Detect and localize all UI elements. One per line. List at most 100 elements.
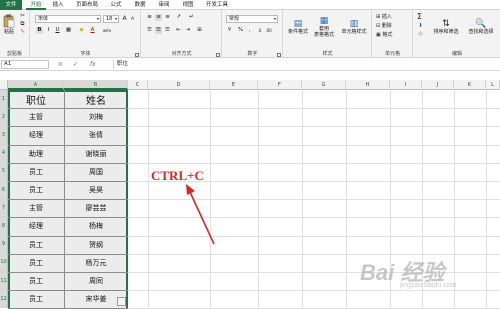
autosum-button[interactable]: Σ	[417, 12, 422, 21]
accounting-format-icon[interactable]: ¥	[226, 27, 233, 34]
row-header-9[interactable]: 9	[0, 235, 8, 254]
enter-icon[interactable]: ✓	[73, 60, 78, 69]
tab-insert[interactable]: 插入	[48, 0, 68, 10]
tab-view[interactable]: 视图	[178, 0, 198, 10]
tab-developer[interactable]: 开发工具	[202, 0, 232, 10]
insert-function-icon[interactable]: fx	[90, 60, 96, 69]
align-top-icon[interactable]: ≡	[146, 14, 153, 21]
cut-icon[interactable]: ✂	[19, 13, 26, 20]
table-cell-name[interactable]: 贺纲	[64, 236, 128, 254]
column-header-c[interactable]: C	[128, 80, 148, 90]
copy-icon[interactable]: ⧉	[19, 21, 26, 28]
number-launcher-icon[interactable]	[277, 53, 281, 57]
table-cell-name[interactable]: 周同	[64, 272, 128, 290]
row-header-7[interactable]: 7	[0, 199, 8, 218]
comma-button[interactable]: ,	[246, 27, 253, 34]
formula-input[interactable]: 职位	[113, 60, 498, 69]
tab-file[interactable]: 文件	[0, 0, 22, 10]
select-all-corner[interactable]	[0, 80, 8, 90]
underline-button[interactable]: U	[54, 27, 61, 34]
decrease-decimal-icon[interactable]: .00	[265, 27, 272, 34]
number-format-select[interactable]: 常规 ▾	[226, 15, 278, 23]
row-header-4[interactable]: 4	[0, 144, 8, 163]
table-cell-name[interactable]: 张倩	[64, 126, 128, 144]
table-cell-position[interactable]: 员工	[8, 163, 64, 181]
table-cell-name[interactable]: 谢晓丽	[64, 145, 128, 163]
table-cell-position[interactable]: 主管	[8, 108, 64, 126]
align-center-icon[interactable]: ☰	[155, 27, 162, 34]
shrink-font-button[interactable]: A	[129, 16, 136, 23]
increase-indent-icon[interactable]: ⇥	[184, 27, 191, 34]
table-cell-position[interactable]: 员工	[8, 236, 64, 254]
column-header-l[interactable]: L	[486, 80, 500, 90]
table-cell-name[interactable]: 刘梅	[64, 108, 128, 126]
sort-filter-button[interactable]: ⇅ 排序和筛选	[430, 12, 462, 42]
find-select-button[interactable]: 🔍 查找和选择	[464, 12, 498, 42]
italic-button[interactable]: I	[45, 27, 52, 34]
table-cell-name[interactable]: 吴昊	[64, 181, 128, 199]
tab-review[interactable]: 审阅	[154, 0, 174, 10]
row-header-12[interactable]: 12	[0, 290, 8, 309]
phonetic-button[interactable]: wén	[101, 27, 113, 34]
column-header-b[interactable]: B	[64, 80, 128, 90]
align-right-icon[interactable]: ☰	[164, 27, 171, 34]
font-size-select[interactable]: 18 ▾	[103, 15, 119, 23]
format-painter-icon[interactable]: ✎	[19, 29, 26, 36]
increase-decimal-icon[interactable]: .0	[256, 27, 263, 34]
font-family-select[interactable]: 宋体 ▾	[35, 15, 101, 23]
row-header-2[interactable]: 2	[0, 108, 8, 127]
column-header-e[interactable]: E	[210, 80, 258, 90]
align-bottom-icon[interactable]: ≡	[164, 14, 171, 21]
tab-page-layout[interactable]: 页面布局	[72, 0, 102, 10]
table-cell-name[interactable]: 廖芸芸	[64, 199, 128, 217]
row-header-6[interactable]: 6	[0, 181, 8, 200]
font-color-button[interactable]: A	[89, 27, 96, 34]
column-header-a[interactable]: A	[8, 80, 64, 90]
grow-font-button[interactable]: A	[121, 15, 128, 22]
clear-icon[interactable]: ◇	[417, 31, 424, 38]
paste-options-icon[interactable]	[117, 297, 126, 306]
bold-button[interactable]: B	[36, 27, 43, 34]
table-cell-position[interactable]: 员工	[8, 290, 64, 308]
insert-cells-button[interactable]: ⊞ 插入	[376, 13, 392, 20]
conditional-format-button[interactable]: ▤ 条件格式	[286, 12, 310, 42]
column-header-d[interactable]: D	[148, 80, 210, 90]
column-header-h[interactable]: H	[346, 80, 390, 90]
table-cell-position[interactable]: 经理	[8, 126, 64, 144]
align-middle-icon[interactable]: ≡	[155, 14, 162, 21]
column-header-g[interactable]: G	[302, 80, 346, 90]
delete-cells-button[interactable]: ⊟ 删除	[376, 22, 392, 29]
header-cell-name[interactable]: 姓名	[64, 90, 128, 108]
wrap-text-icon[interactable]: ↵	[188, 14, 195, 21]
table-cell-name[interactable]: 杨梅	[64, 217, 128, 235]
align-left-icon[interactable]: ☰	[146, 27, 153, 34]
row-header-1[interactable]: 1	[0, 90, 8, 109]
alignment-launcher-icon[interactable]	[216, 53, 220, 57]
cell-styles-button[interactable]: ▥ 单元格样式	[338, 12, 370, 42]
format-cells-button[interactable]: ▣ 格式	[376, 31, 392, 38]
tab-data[interactable]: 数据	[130, 0, 150, 10]
merge-center-icon[interactable]: ⊞	[196, 27, 203, 34]
name-box[interactable]: A1	[1, 60, 49, 69]
table-cell-name[interactable]: 杨万元	[64, 254, 128, 272]
fill-icon[interactable]: ⬇	[417, 23, 424, 30]
table-cell-position[interactable]: 员工	[8, 272, 64, 290]
border-icon[interactable]: ▦	[65, 27, 72, 34]
row-header-10[interactable]: 10	[0, 253, 8, 272]
column-header-k[interactable]: K	[454, 80, 486, 90]
header-cell-position[interactable]: 职位	[8, 90, 64, 108]
paste-button[interactable]: 粘贴	[2, 12, 16, 36]
row-header-8[interactable]: 8	[0, 217, 8, 236]
percent-button[interactable]: %	[237, 27, 244, 34]
column-header-i[interactable]: I	[390, 80, 422, 90]
row-header-3[interactable]: 3	[0, 126, 8, 145]
table-cell-position[interactable]: 助理	[8, 145, 64, 163]
cancel-icon[interactable]: ×	[58, 60, 63, 69]
font-launcher-icon[interactable]	[135, 53, 139, 57]
orientation-icon[interactable]: ↗	[175, 14, 182, 21]
column-header-f[interactable]: F	[258, 80, 302, 90]
table-cell-position[interactable]: 主管	[8, 199, 64, 217]
table-cell-position[interactable]: 经理	[8, 217, 64, 235]
table-cell-name[interactable]: 周国	[64, 163, 128, 181]
tab-formulas[interactable]: 公式	[106, 0, 126, 10]
